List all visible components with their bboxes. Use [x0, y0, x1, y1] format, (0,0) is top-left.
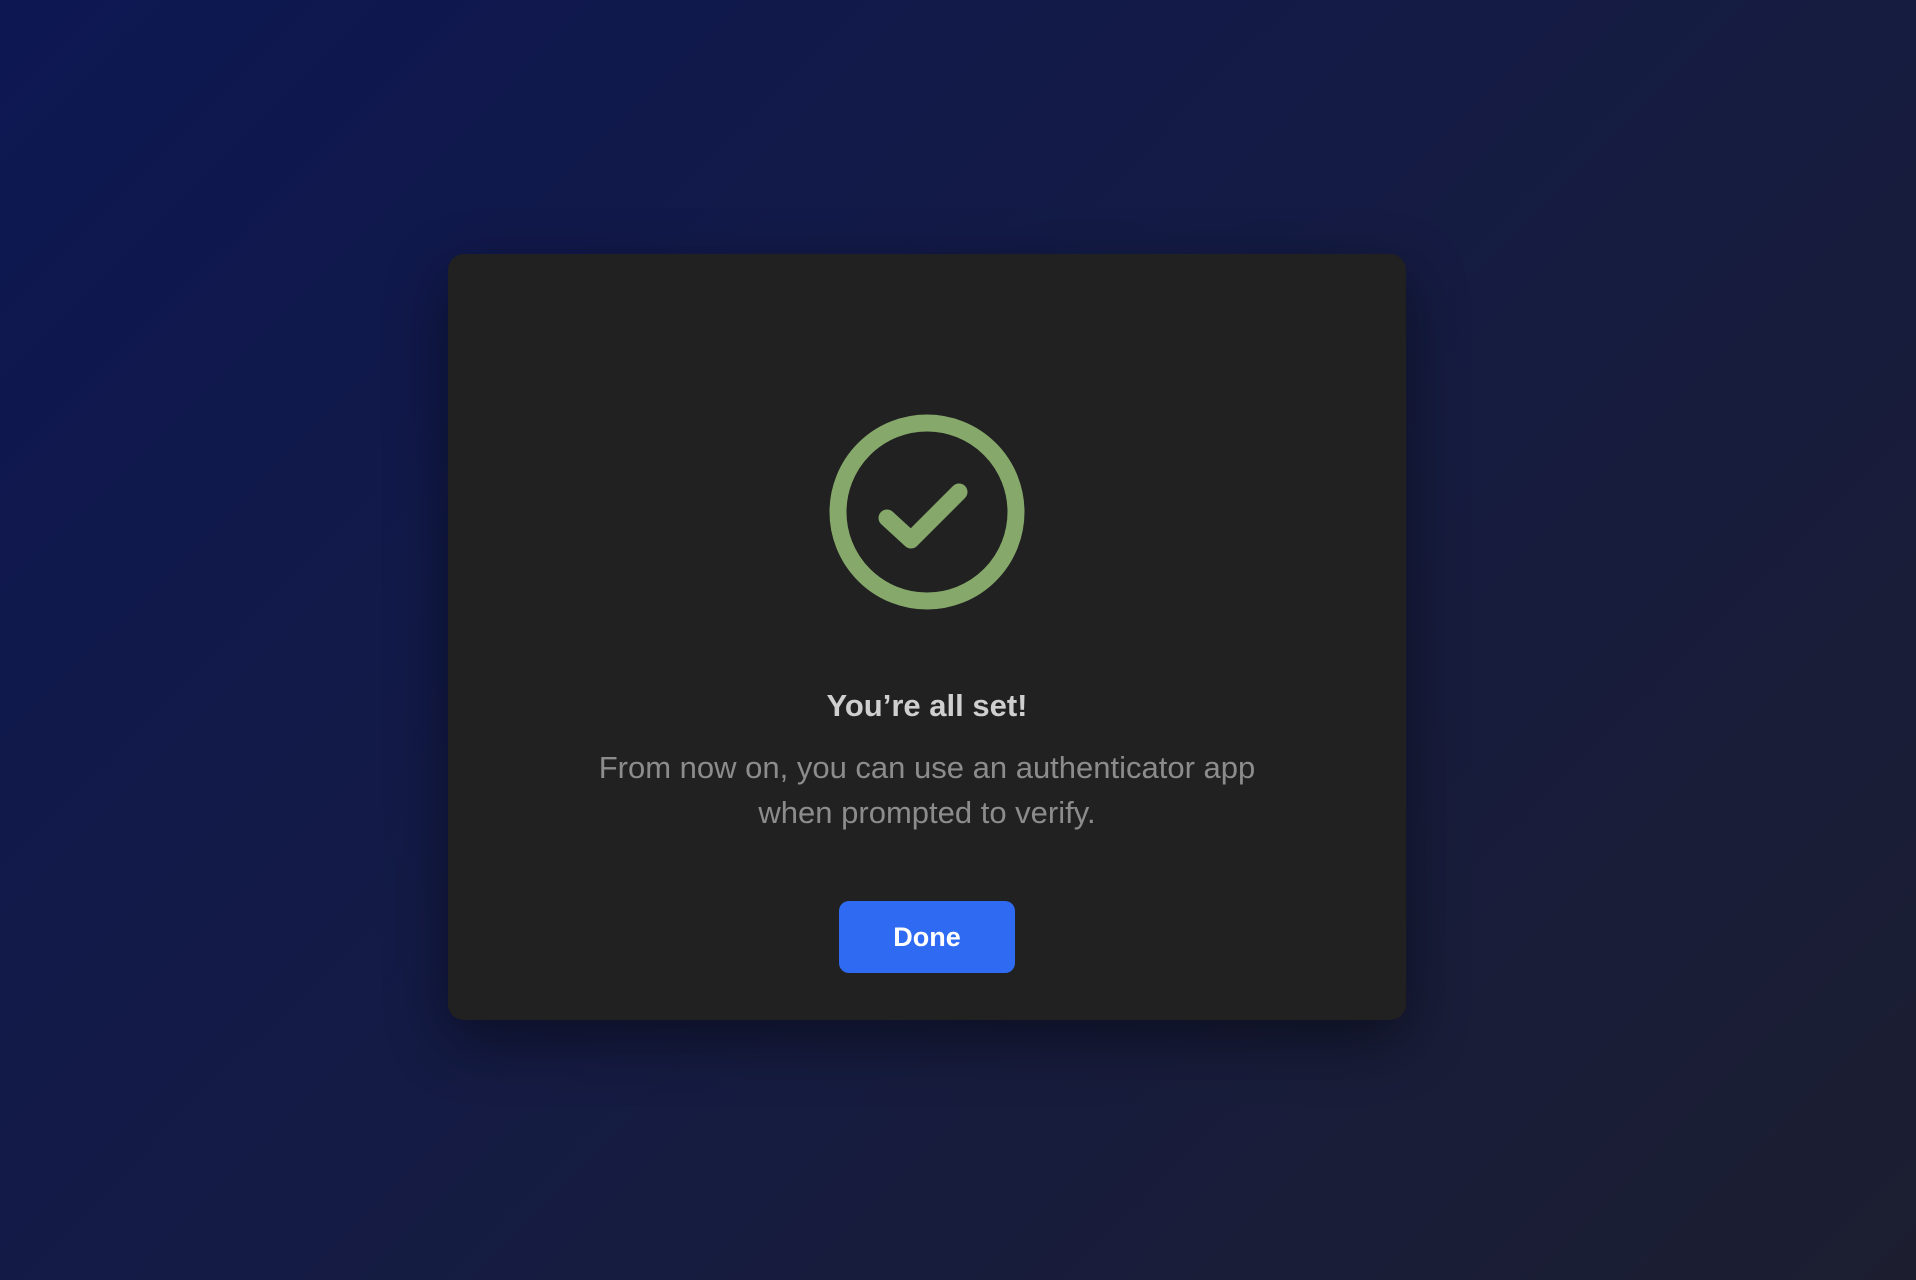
success-dialog: You’re all set! From now on, you can use…: [448, 254, 1406, 1020]
dialog-title: You’re all set!: [826, 688, 1028, 723]
check-circle-icon: [829, 414, 1025, 610]
done-button[interactable]: Done: [839, 901, 1015, 973]
dialog-message: From now on, you can use an authenticato…: [598, 750, 1256, 830]
